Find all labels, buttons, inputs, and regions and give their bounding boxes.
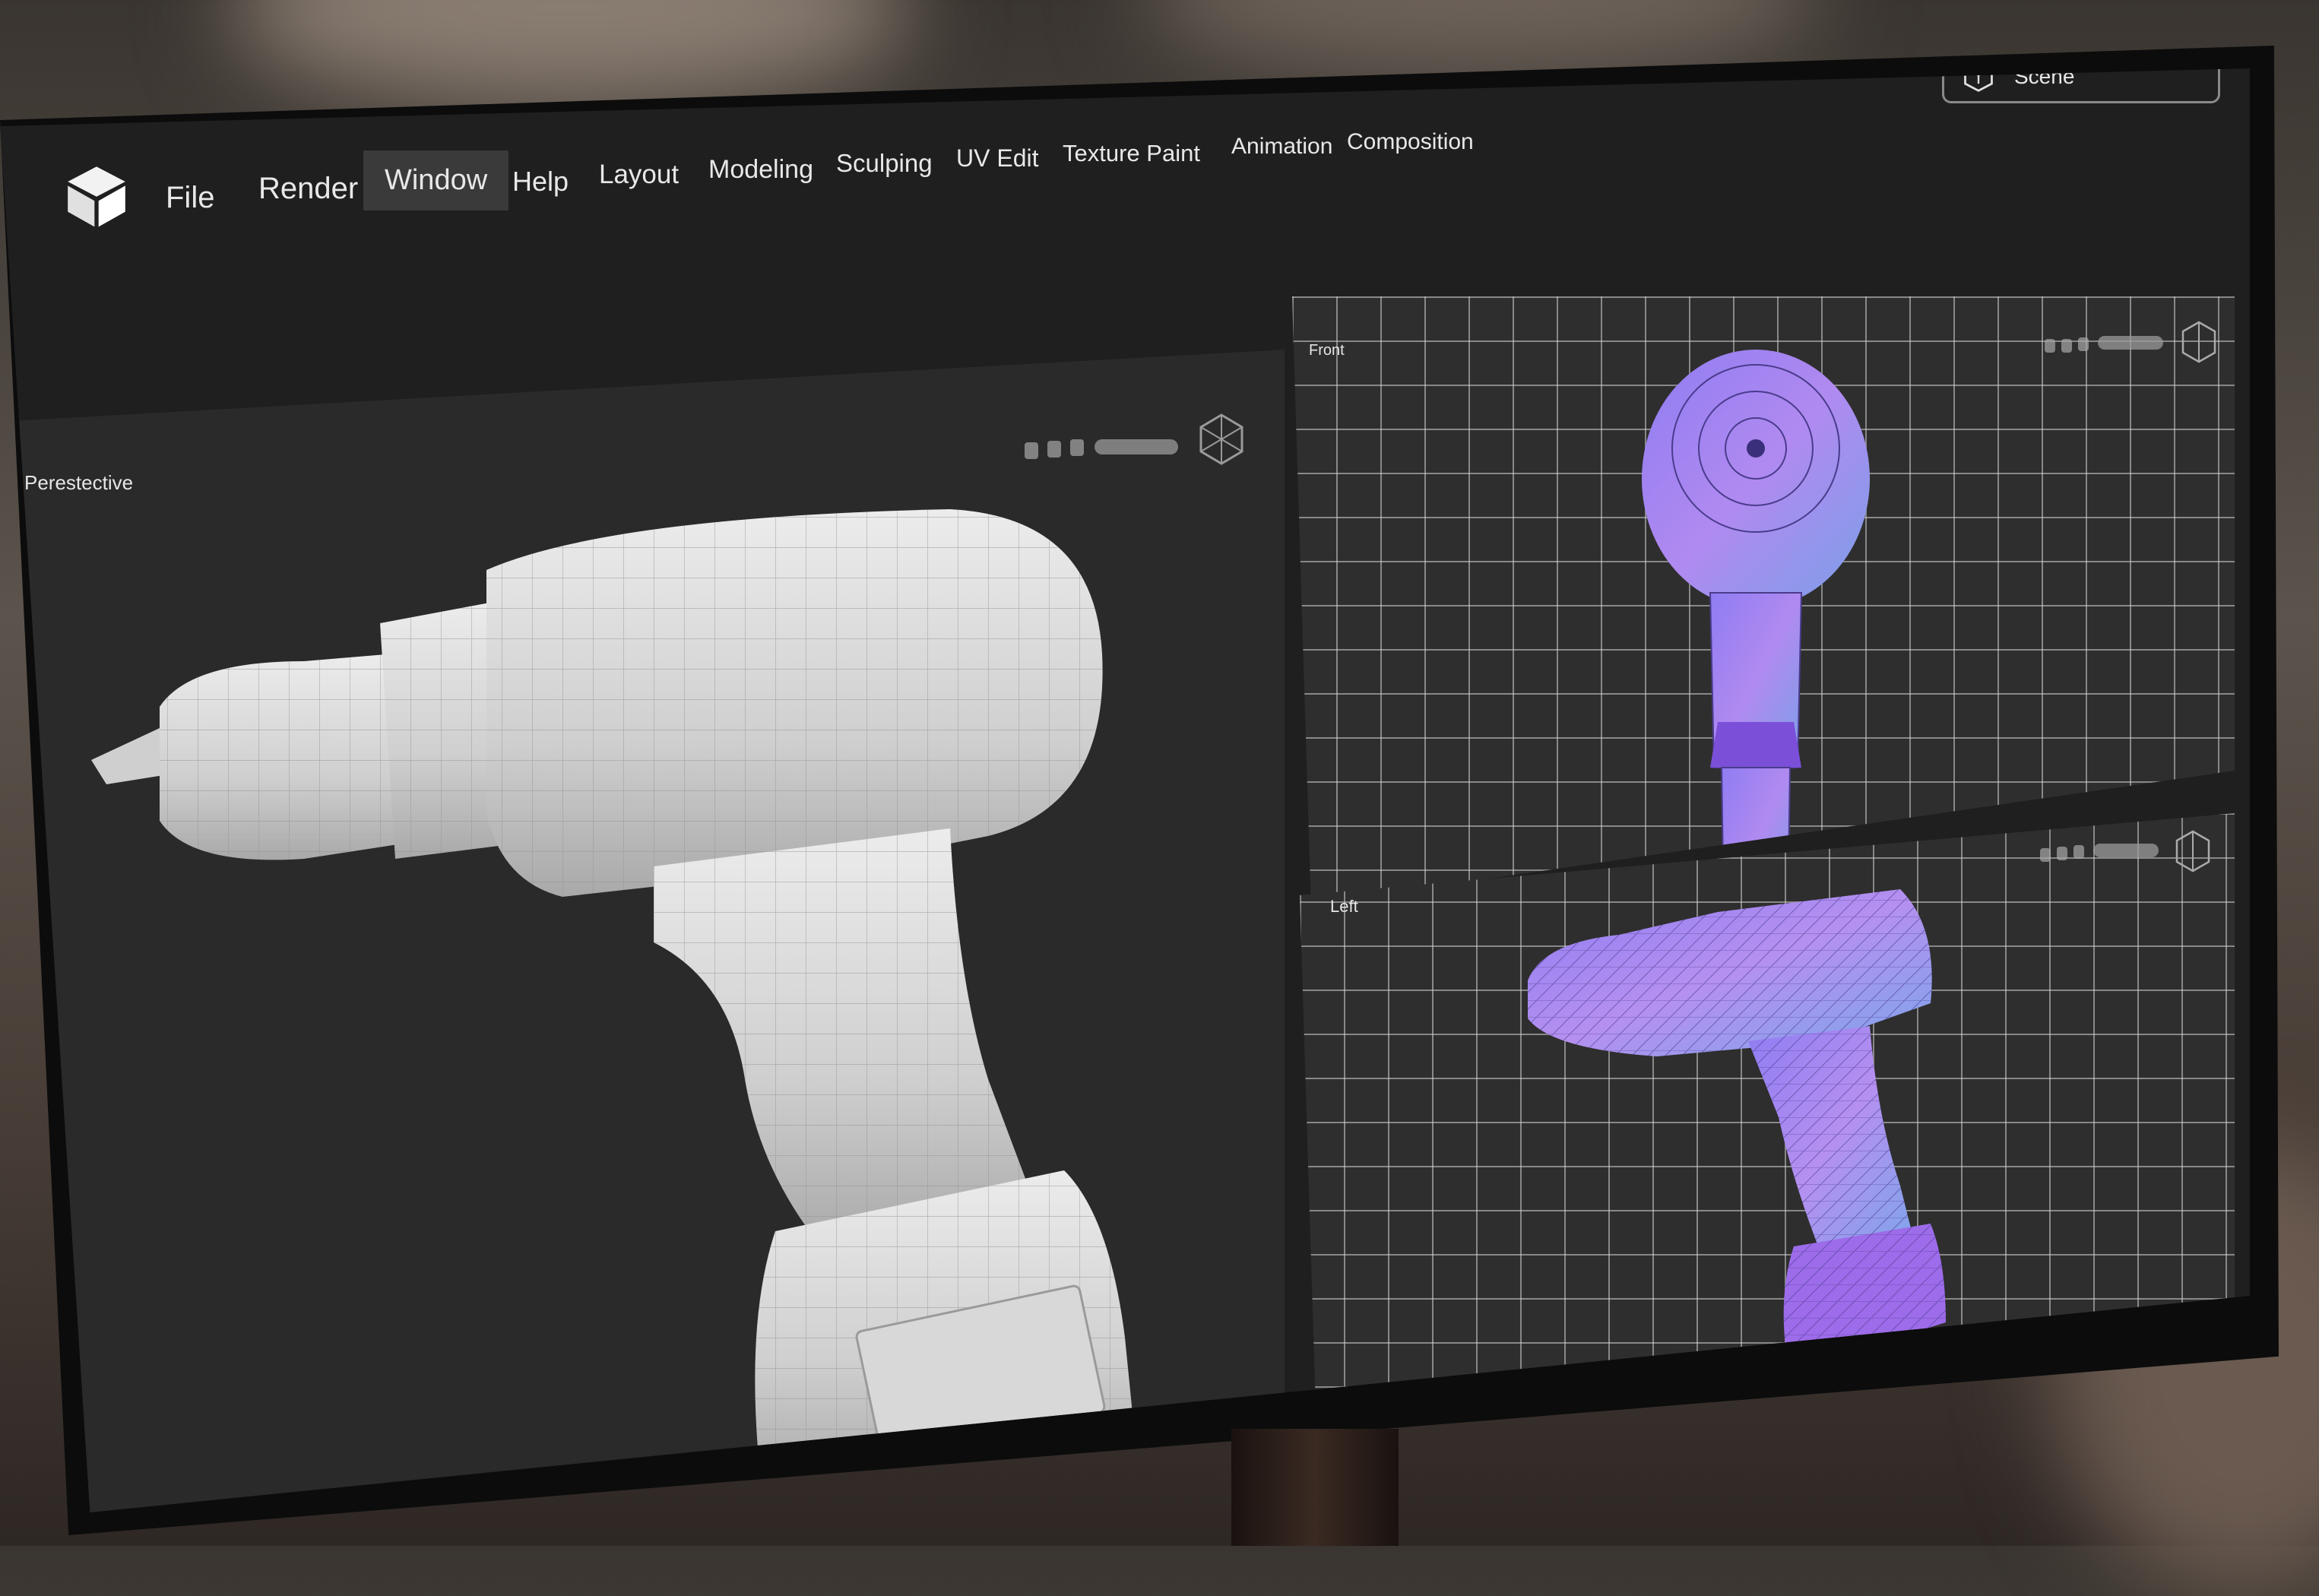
menu-render[interactable]: Render xyxy=(258,172,358,206)
drill-model-clay[interactable] xyxy=(76,486,1186,1512)
options-dropdown[interactable] xyxy=(2098,336,2163,350)
app-window: File Render Window Help Layout Modeling … xyxy=(0,68,2250,1512)
cube-logo-icon[interactable] xyxy=(62,161,131,230)
viewport-perspective[interactable]: Perestective xyxy=(0,350,1285,1512)
gizmo-icon[interactable] xyxy=(2180,319,2218,365)
gizmo-icon[interactable] xyxy=(2174,828,2212,874)
axis-x-toggle[interactable] xyxy=(1025,442,1038,459)
monitor-stand xyxy=(1231,1429,1399,1546)
drill-model-front-wireframe[interactable] xyxy=(1627,342,1885,920)
axis-y-toggle[interactable] xyxy=(2057,847,2067,860)
viewport-front[interactable]: Front xyxy=(1292,296,2235,904)
menu-texture-paint[interactable]: Texture Paint xyxy=(1063,140,1200,167)
options-dropdown[interactable] xyxy=(2093,844,2159,857)
menu-modeling[interactable]: Modeling xyxy=(708,155,813,185)
menu-layout[interactable]: Layout xyxy=(599,160,679,190)
menu-help[interactable]: Help xyxy=(512,166,569,198)
axis-z-toggle[interactable] xyxy=(1070,439,1084,456)
drill-model-left-wireframe[interactable] xyxy=(1520,866,1946,1383)
viewport-label-left: Left xyxy=(1330,897,1358,916)
axis-z-toggle[interactable] xyxy=(2073,845,2084,859)
menu-animation[interactable]: Animation xyxy=(1231,134,1332,160)
menu-sculping[interactable]: Sculping xyxy=(836,149,933,178)
options-dropdown[interactable] xyxy=(1095,439,1178,454)
gizmo-icon[interactable] xyxy=(1195,409,1248,470)
axis-x-toggle[interactable] xyxy=(2045,339,2055,353)
menu-uv-edit[interactable]: UV Edit xyxy=(956,144,1038,173)
axis-y-toggle[interactable] xyxy=(2061,339,2072,353)
viewport-label-front: Front xyxy=(1309,342,1345,359)
menu-composition[interactable]: Composition xyxy=(1347,129,1474,155)
axis-y-toggle[interactable] xyxy=(1047,441,1061,458)
axis-x-toggle[interactable] xyxy=(2040,848,2051,862)
axis-z-toggle[interactable] xyxy=(2078,337,2089,351)
menu-window[interactable]: Window xyxy=(363,150,509,211)
menu-file[interactable]: File xyxy=(166,181,214,215)
background-blur xyxy=(228,0,912,106)
